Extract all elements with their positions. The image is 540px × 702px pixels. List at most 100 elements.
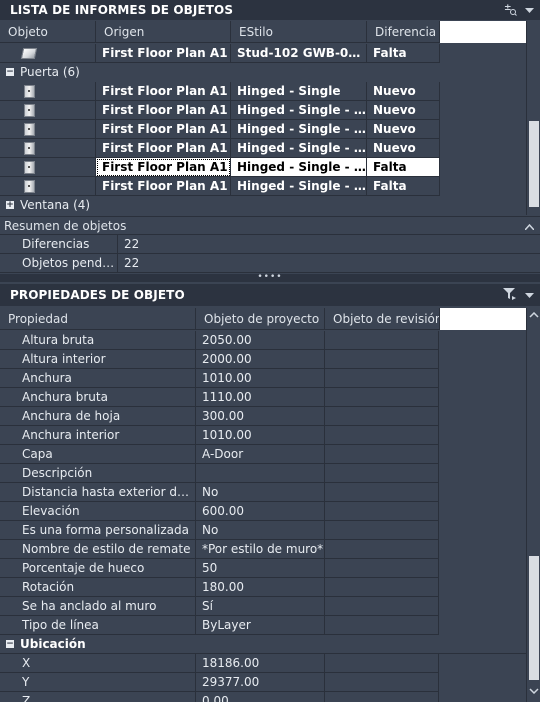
summary-label: Objetos pendie... [0,254,118,273]
door-icon [24,180,35,193]
collapse-icon[interactable]: − [6,68,14,77]
style-cell: Stud-102 GWB-018 ... [231,44,367,63]
revision-value [325,654,439,673]
header-filler [440,308,526,330]
property-row[interactable]: Tipo de línea ByLayer [0,616,528,635]
property-row[interactable]: Altura bruta 2050.00 [0,331,528,350]
diff-cell: Falta [367,177,440,196]
summary-header[interactable]: Resumen de objetos [0,216,540,235]
list-scroll-thumb[interactable] [529,121,539,207]
expand-icon[interactable]: + [6,201,14,210]
property-row[interactable]: Anchura interior 1010.00 [0,426,528,445]
revision-value [325,502,439,521]
list-scrollbar[interactable] [526,21,540,215]
property-label: Rotación [0,578,196,597]
group-ubicacion[interactable]: − Ubicación [0,635,528,654]
diff-cell: Nuevo [367,120,440,139]
style-cell: Hinged - Single - Ext... [231,139,367,158]
col-origen[interactable]: Origen [96,21,231,43]
property-label: Anchura interior [0,426,196,445]
panel-menu-icon[interactable] [525,289,534,302]
project-value: 1010.00 [196,426,325,445]
panel-splitter[interactable]: •••• [0,273,540,282]
property-row[interactable]: Elevación 600.00 [0,502,528,521]
table-row[interactable]: First Floor Plan A1 Hinged - Single Nuev… [0,82,440,101]
props-scroll-thumb[interactable] [529,556,539,680]
property-row[interactable]: Es una forma personalizada No [0,521,528,540]
table-row[interactable]: First Floor Plan A1 Hinged - Single - Ex… [0,177,440,196]
door-icon [24,142,35,155]
door-icon [24,123,35,136]
revision-value [325,578,439,597]
panel-menu-icon[interactable] [525,4,534,17]
project-value: *Por estilo de muro* [196,540,325,559]
filter-icon[interactable] [503,288,517,303]
table-row[interactable]: First Floor Plan A1 Hinged - Single - Ex… [0,120,440,139]
property-row[interactable]: Anchura 1010.00 [0,369,528,388]
project-value: Sí [196,597,325,616]
origin-cell: First Floor Plan A1 [96,177,231,196]
group-ubicacion-label: Ubicación [20,637,86,651]
location-row[interactable]: Y 29377.00 [0,673,528,692]
door-icon [24,85,35,98]
diff-cell: Falta [367,44,440,63]
revision-value [325,388,439,407]
col-objeto-revision[interactable]: Objeto de revisión [325,308,440,330]
diff-cell: Nuevo [367,139,440,158]
summary-label: Diferencias [0,235,118,254]
object-icon-cell [0,139,96,158]
property-label: Distancia hasta exterior de mar... [0,483,196,502]
list-header: Objeto Origen EStilo Diferencia [0,21,440,43]
project-value: 2000.00 [196,350,325,369]
props-header: Propiedad Objeto de proyecto Objeto de r… [0,308,440,330]
property-label: Y [0,673,196,692]
property-row[interactable]: Nombre de estilo de remate *Por estilo de… [0,540,528,559]
property-row[interactable]: Descripción [0,464,528,483]
project-value: 1110.00 [196,388,325,407]
revision-value [325,331,439,350]
property-row[interactable]: Capa A-Door [0,445,528,464]
scroll-up-icon [529,312,539,318]
door-icon [24,161,35,174]
group-ventana[interactable]: + Ventana (4) [0,196,90,214]
table-row[interactable]: First Floor Plan A1 Hinged - Single - Ex… [0,139,440,158]
zoom-objects-icon[interactable]: ± [503,2,517,19]
collapse-icon[interactable]: − [6,640,14,649]
props-scrollbar[interactable] [526,308,540,702]
revision-value [325,616,439,635]
col-propiedad[interactable]: Propiedad [0,308,196,330]
property-row[interactable]: Rotación 180.00 [0,578,528,597]
project-value: 0.00 [196,692,325,702]
revision-value [325,540,439,559]
table-row-selected[interactable]: First Floor Plan A1 Hinged - Single - Ex… [0,158,440,177]
project-value: 1010.00 [196,369,325,388]
diff-cell: Nuevo [367,101,440,120]
diff-cell: Nuevo [367,82,440,101]
property-label: Descripción [0,464,196,483]
col-estilo[interactable]: EStilo [231,21,367,43]
diff-cell: Falta [367,158,440,177]
table-row[interactable]: First Floor Plan A1 Hinged - Single - Ex… [0,101,440,120]
project-value: 50 [196,559,325,578]
project-value: No [196,521,325,540]
table-row[interactable]: First Floor Plan A1 Stud-102 GWB-018 ...… [0,44,440,63]
group-puerta[interactable]: − Puerta (6) [0,63,80,81]
style-cell: Hinged - Single [231,82,367,101]
col-objeto-proyecto[interactable]: Objeto de proyecto [196,308,325,330]
col-diferencia[interactable]: Diferencia [367,21,440,43]
property-row[interactable]: Anchura de hoja 300.00 [0,407,528,426]
property-row[interactable]: Porcentaje de hueco 50 [0,559,528,578]
location-row[interactable]: Z 0.00 [0,692,528,702]
object-icon-cell [0,120,96,139]
location-row[interactable]: X 18186.00 [0,654,528,673]
object-icon-cell [0,177,96,196]
property-row[interactable]: Anchura bruta 1110.00 [0,388,528,407]
object-icon-cell [0,82,96,101]
property-row[interactable]: Se ha anclado al muro Sí [0,597,528,616]
property-row[interactable]: Altura interior 2000.00 [0,350,528,369]
col-objeto[interactable]: Objeto [0,21,96,43]
revision-value [325,597,439,616]
summary-row: Diferencias 22 [0,235,540,254]
property-row[interactable]: Distancia hasta exterior de mar...No [0,483,528,502]
chevron-up-icon[interactable] [524,217,535,235]
